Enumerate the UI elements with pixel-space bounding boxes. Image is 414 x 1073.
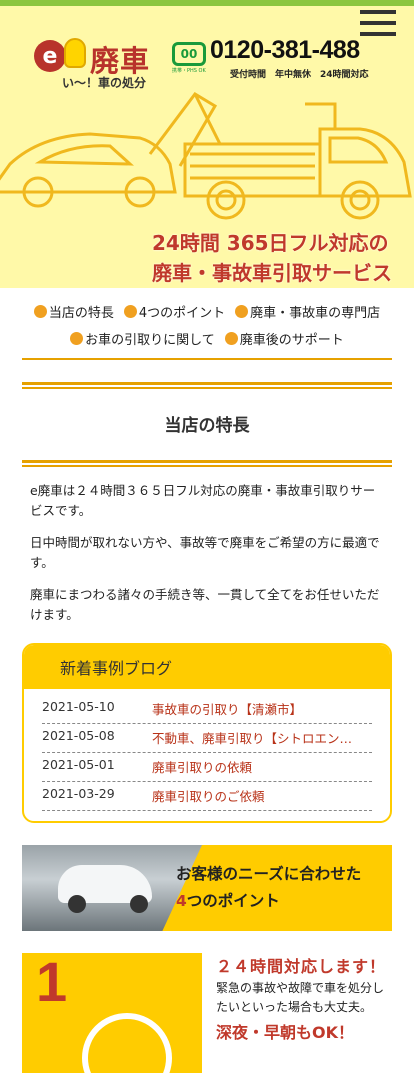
blog-title-link[interactable]: 廃車引取りのご依頼 xyxy=(152,786,372,805)
features-paragraph: e廃車は２４時間３６５日フル対応の廃車・事故車引取りサービスです。 xyxy=(30,483,376,518)
section-title: 当店の特長 xyxy=(164,416,250,436)
bullet-icon xyxy=(123,305,137,318)
menu-icon[interactable] xyxy=(360,10,396,38)
features-paragraph: 廃車にまつわる諸々の手続き等、一貫して全てをお任せいただけます。 xyxy=(30,587,380,622)
divider xyxy=(22,382,392,389)
blog-list: 2021-05-10 事故車の引取り【清瀬市】 2021-05-08 不動車、廃… xyxy=(24,689,390,821)
banner-line-2: 4つのポイント xyxy=(176,888,361,915)
features-paragraph: 日中時間が取れない方や、事故等で廃車をご希望の方に最適です。 xyxy=(30,535,380,570)
anchor-pickup[interactable]: お車の引取りに関して xyxy=(70,325,215,352)
bullet-icon xyxy=(70,332,84,345)
banner-number: 4 xyxy=(176,892,187,910)
features-text: e廃車は２４時間３６５日フル対応の廃車・事故車引取りサービスです。 日中時間が取… xyxy=(30,481,384,625)
features-section-heading: 当店の特長 xyxy=(22,382,392,467)
blog-title-link[interactable]: 不動車、廃車引取り【シトロエン… xyxy=(152,728,372,747)
banner-line-1: お客様のニーズに合わせた xyxy=(176,865,362,883)
hero-header: e 廃車 い～！車の処分 00 携帯・PHS OK 0120-381-488 受… xyxy=(0,6,414,288)
point-content: ２４時間対応します！ 緊急の事故や故障で車を処分したいといった場合も大丈夫。 深… xyxy=(216,953,392,1043)
anchor-features[interactable]: 当店の特長 xyxy=(33,298,114,325)
blog-date: 2021-05-01 xyxy=(42,757,115,772)
blog-box: 新着事例ブログ 2021-05-10 事故車の引取り【清瀬市】 2021-05-… xyxy=(22,643,392,823)
freedial-icon: 00 xyxy=(172,42,206,66)
hero-line-2: 廃車・事故車引取サービス xyxy=(152,261,392,285)
blog-date: 2021-05-08 xyxy=(42,728,115,743)
point-number: 1 xyxy=(36,953,68,1013)
point-visual: 1 xyxy=(22,953,202,1073)
wheel-shape xyxy=(130,895,148,913)
bullet-icon xyxy=(33,305,47,318)
anchor-support[interactable]: 廃車後のサポート xyxy=(224,325,344,352)
anchor-four-points[interactable]: 4つのポイント xyxy=(123,298,225,325)
tow-truck-illustration xyxy=(0,92,412,220)
business-hours: 受付時間 年中無休 24時間対応 xyxy=(230,70,369,80)
blog-title-link[interactable]: 廃車引取りの依頼 xyxy=(152,757,372,776)
blog-date: 2021-05-10 xyxy=(42,699,115,714)
wheel-shape xyxy=(68,895,86,913)
point-card-1: 1 ２４時間対応します！ 緊急の事故や故障で車を処分したいといった場合も大丈夫。… xyxy=(22,953,392,1073)
site-logo[interactable]: e 廃車 い～！車の処分 xyxy=(34,36,164,90)
sun-icon xyxy=(82,1013,172,1073)
anchor-nav: 当店の特長 4つのポイント 廃車・事故車の専門店 お車の引取りに関して 廃車後の… xyxy=(22,298,392,360)
divider xyxy=(22,460,392,467)
blog-entry[interactable]: 2021-05-08 不動車、廃車引取り【シトロエン… xyxy=(42,724,372,753)
anchor-specialist[interactable]: 廃車・事故車の専門店 xyxy=(235,298,380,325)
point-subtitle: 深夜・早朝もOK！ xyxy=(216,1023,355,1042)
point-description: 緊急の事故や故障で車を処分したいといった場合も大丈夫。 xyxy=(216,981,385,1014)
phone-number[interactable]: 0120-381-488 xyxy=(210,36,360,65)
tow-photo xyxy=(22,845,202,931)
blog-title-link[interactable]: 事故車の引取り【清瀬市】 xyxy=(152,699,372,718)
blog-entry[interactable]: 2021-05-01 廃車引取りの依頼 xyxy=(42,753,372,782)
points-banner: お客様のニーズに合わせた 4つのポイント xyxy=(22,845,392,931)
bullet-icon xyxy=(224,332,238,345)
blog-date: 2021-03-29 xyxy=(42,786,115,801)
anchor-row-2: お車の引取りに関して 廃車後のサポート xyxy=(22,325,392,352)
hero-line-1: 24時間 365日フル対応の xyxy=(152,231,389,255)
phone-contact[interactable]: 00 携帯・PHS OK 0120-381-488 受付時間 年中無休 24時間… xyxy=(172,36,392,84)
banner-text: お客様のニーズに合わせた 4つのポイント xyxy=(176,861,361,915)
banner-line-2-text: つのポイント xyxy=(186,892,280,910)
bullet-icon xyxy=(235,305,249,318)
blog-entry[interactable]: 2021-03-29 廃車引取りのご依頼 xyxy=(42,782,372,811)
blog-heading: 新着事例ブログ xyxy=(24,645,390,689)
lightbulb-icon xyxy=(64,38,86,68)
logo-e-mark: e xyxy=(34,40,66,72)
freedial-note: 携帯・PHS OK xyxy=(172,68,206,74)
point-title: ２４時間対応します！ xyxy=(216,957,387,976)
hero-caption: 24時間 365日フル対応の 廃車・事故車引取サービス xyxy=(152,228,392,288)
blog-entry[interactable]: 2021-05-10 事故車の引取り【清瀬市】 xyxy=(42,695,372,724)
anchor-row-1: 当店の特長 4つのポイント 廃車・事故車の専門店 xyxy=(22,298,392,325)
